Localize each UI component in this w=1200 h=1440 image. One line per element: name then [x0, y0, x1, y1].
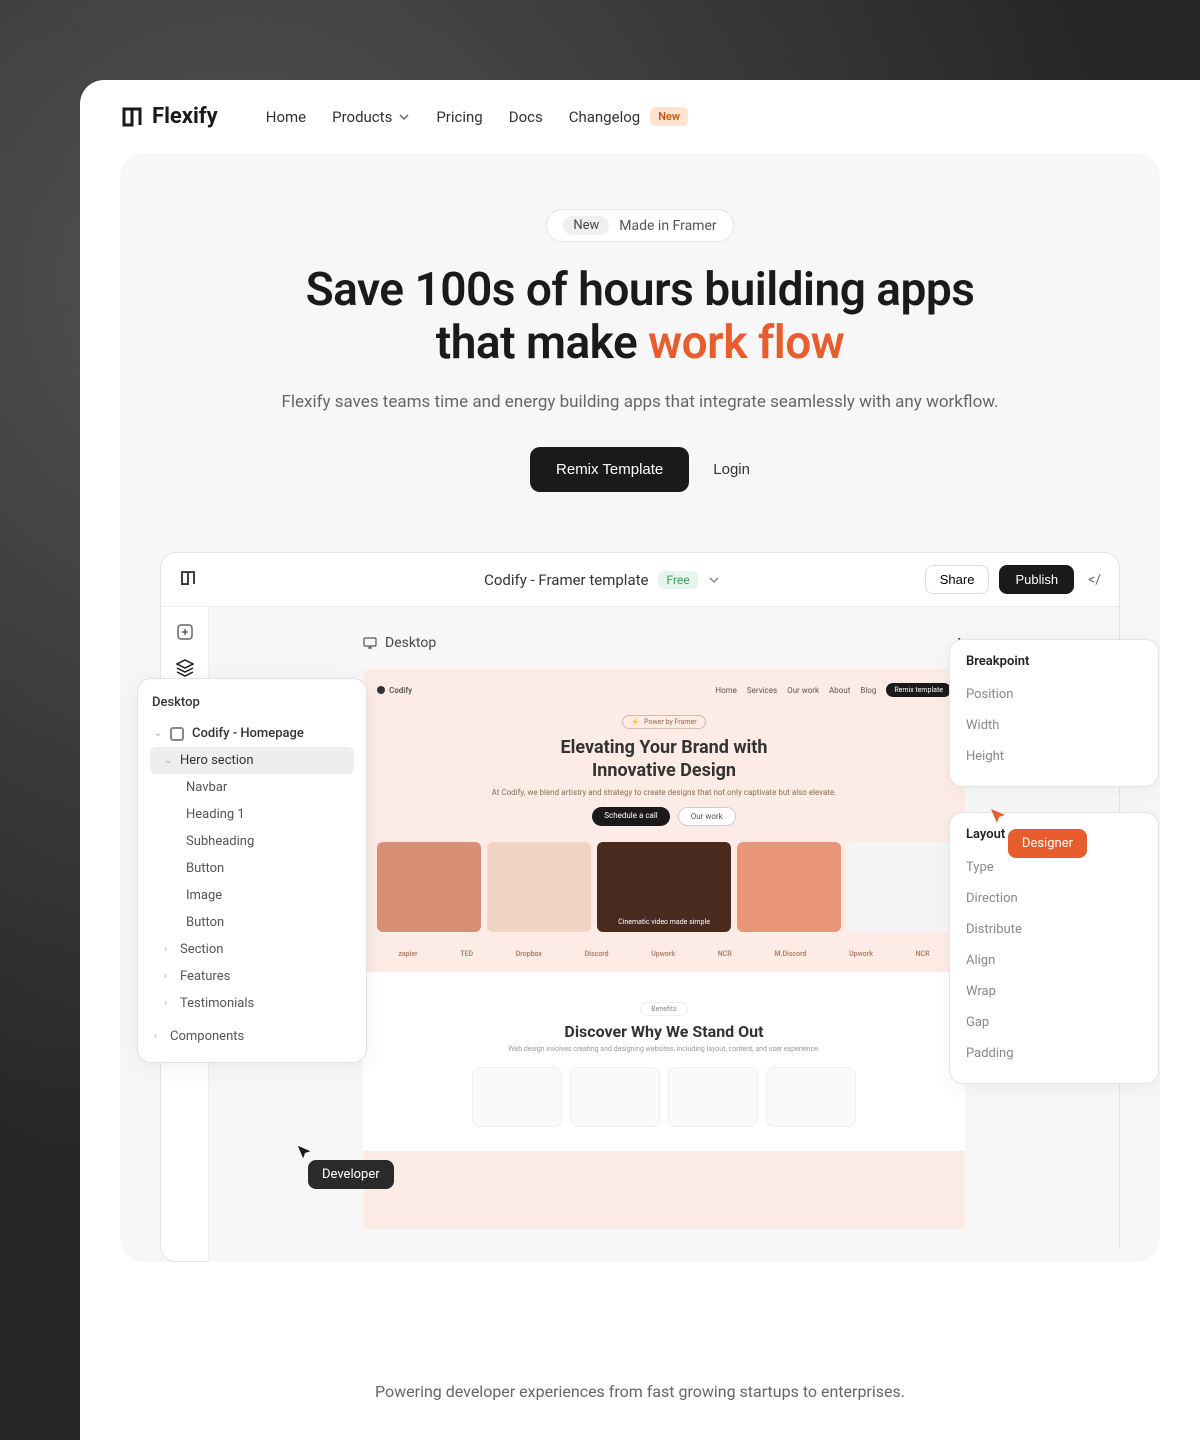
pill-tag: New	[563, 216, 609, 235]
layer-root[interactable]: ⌄ Codify - Homepage	[150, 720, 354, 747]
feature-card	[472, 1067, 562, 1127]
preview-pill: ⚡ Power by Framer	[622, 715, 705, 729]
preview-s2-title: Discover Why We Stand Out	[377, 1022, 951, 1041]
document-title: Codify - Framer template	[484, 571, 648, 589]
prop-row[interactable]: Direction	[966, 883, 1142, 914]
nav-docs[interactable]: Docs	[509, 108, 543, 126]
layer-item[interactable]: Image	[150, 882, 354, 909]
nav-links: Home Products Pricing Docs Changelog New	[266, 107, 688, 126]
prop-row[interactable]: Width	[966, 710, 1142, 741]
hero-title: Save 100s of hours building apps that ma…	[260, 264, 1020, 370]
panel-title: Breakpoint	[966, 654, 1142, 669]
share-button[interactable]: Share	[925, 565, 990, 594]
trusted-logos: zapier TED Dropbox Discord Upwork NCR M.…	[377, 950, 951, 958]
layer-item[interactable]: Navbar	[150, 774, 354, 801]
preview-heading: Elevating Your Brand withInnovative Desi…	[377, 737, 951, 782]
layer-item[interactable]: Button	[150, 855, 354, 882]
nav-home[interactable]: Home	[266, 108, 306, 126]
remix-template-button[interactable]: Remix Template	[530, 447, 689, 492]
layer-item[interactable]: ⌄Hero section	[150, 747, 354, 774]
footer-text: Powering developer experiences from fast…	[80, 1382, 1200, 1401]
code-icon[interactable]: </	[1088, 572, 1101, 588]
editor-window: Codify - Framer template Free Share Publ…	[160, 552, 1120, 1262]
developer-tag: Developer	[308, 1160, 394, 1189]
top-nav: Flexify Home Products Pricing Docs Chang…	[80, 80, 1200, 153]
prop-row[interactable]: Gap	[966, 1007, 1142, 1038]
layer-components[interactable]: ›Components	[150, 1023, 354, 1050]
prop-row[interactable]: Wrap	[966, 976, 1142, 1007]
layer-item[interactable]: ›Section	[150, 936, 354, 963]
prop-row[interactable]: Position	[966, 679, 1142, 710]
preview-nav-links: Home Services Our work About Blog Remix …	[715, 683, 951, 697]
canvas-label: Desktop	[363, 635, 436, 651]
layers-panel: Desktop ⌄ Codify - Homepage ⌄Hero sectio…	[137, 678, 367, 1063]
nav-changelog[interactable]: Changelog New	[569, 107, 688, 126]
nav-products[interactable]: Products	[332, 108, 410, 126]
preview-cta-secondary: Our work	[678, 807, 736, 826]
logo-icon	[120, 105, 144, 129]
chevron-down-icon	[398, 111, 410, 123]
layers-head: Desktop	[150, 691, 354, 720]
prop-row[interactable]: Padding	[966, 1038, 1142, 1069]
layer-item[interactable]: ›Testimonials	[150, 990, 354, 1017]
prop-row[interactable]: Distribute	[966, 914, 1142, 945]
prop-row[interactable]: Align	[966, 945, 1142, 976]
publish-button[interactable]: Publish	[999, 565, 1074, 594]
add-icon[interactable]	[176, 623, 194, 641]
login-button[interactable]: Login	[713, 461, 750, 478]
feature-card	[570, 1067, 660, 1127]
prop-row[interactable]: Height	[966, 741, 1142, 772]
layers-icon[interactable]	[176, 659, 194, 677]
preview-frame[interactable]: Codify Home Services Our work About Blog…	[363, 669, 965, 1229]
cursor-icon	[296, 1144, 314, 1162]
layer-item[interactable]: Button	[150, 909, 354, 936]
page-icon	[170, 727, 184, 741]
brand-name: Flexify	[152, 104, 218, 129]
designer-tag: Designer	[1008, 829, 1087, 858]
preview-s2-sub: Web design involves creating and designi…	[377, 1045, 951, 1053]
preview-s2-pill: Benefits	[640, 1002, 687, 1016]
desktop-icon	[363, 636, 377, 650]
brand-logo[interactable]: Flexify	[120, 104, 218, 129]
layer-item[interactable]: Heading 1	[150, 801, 354, 828]
preview-brand: Codify	[377, 686, 412, 695]
breakpoint-panel: Breakpoint Position Width Height	[949, 639, 1159, 787]
hero-pill[interactable]: New Made in Framer	[546, 209, 733, 242]
free-tag: Free	[658, 571, 697, 589]
layer-item[interactable]: ›Features	[150, 963, 354, 990]
new-badge: New	[650, 107, 688, 126]
nav-pricing[interactable]: Pricing	[436, 108, 482, 126]
pill-text: Made in Framer	[619, 218, 716, 234]
cursor-icon	[989, 807, 1009, 827]
layer-item[interactable]: Subheading	[150, 828, 354, 855]
preview-cards: Cinematic video made simple	[377, 842, 951, 932]
preview-cta-primary: Schedule a call	[592, 807, 669, 826]
hero-section: New Made in Framer Save 100s of hours bu…	[120, 153, 1160, 1262]
chevron-down-icon[interactable]	[708, 574, 720, 586]
feature-card	[668, 1067, 758, 1127]
feature-card	[766, 1067, 856, 1127]
hero-subhead: Flexify saves teams time and energy buil…	[260, 390, 1020, 416]
app-icon	[179, 569, 197, 587]
preview-subheading: At Codify, we blend artistry and strateg…	[377, 788, 951, 797]
